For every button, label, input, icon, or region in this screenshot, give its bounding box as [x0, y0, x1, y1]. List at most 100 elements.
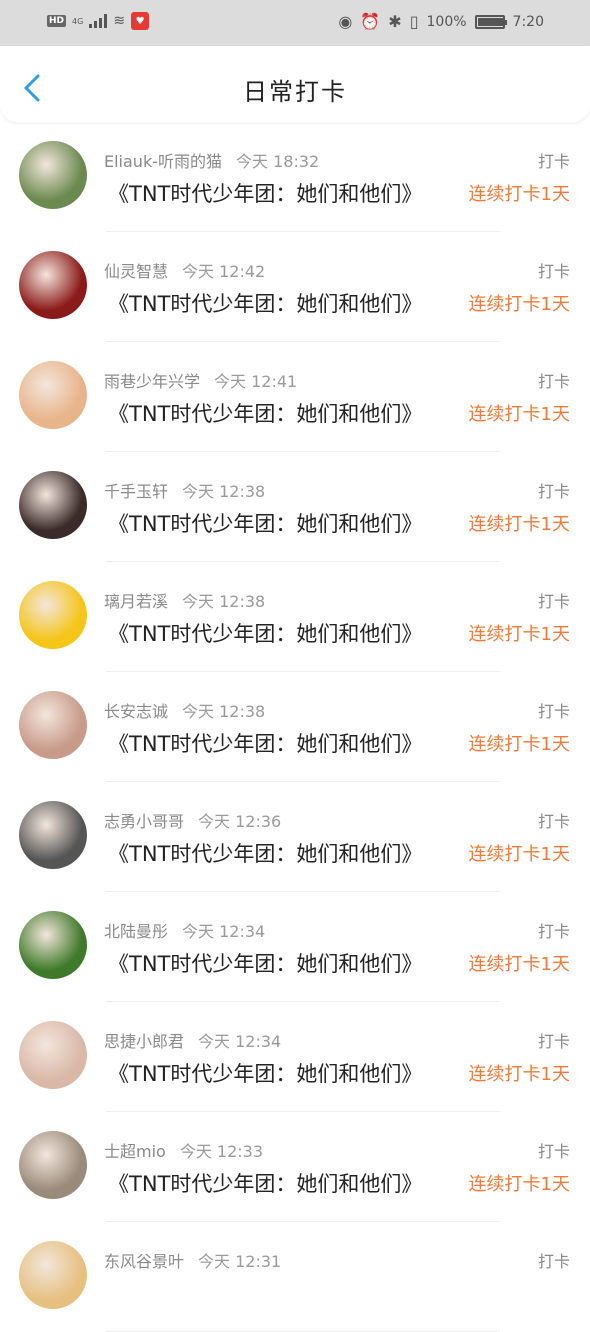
- avatar[interactable]: [19, 141, 87, 209]
- book-title: 《TNT时代少年团：她们和他们》: [108, 182, 423, 206]
- user-line: 璃月若溪 今天 12:38: [104, 588, 265, 612]
- list-item[interactable]: 志勇小哥哥 今天 12:36 《TNT时代少年团：她们和他们》 打卡连续打卡1天: [0, 782, 590, 892]
- avatar[interactable]: [19, 581, 87, 649]
- user-name[interactable]: 璃月若溪: [104, 592, 168, 611]
- streak-label: 连续打卡1天: [468, 1064, 570, 1085]
- checkin-tag: 打卡: [537, 372, 570, 391]
- page-title: 日常打卡: [243, 78, 347, 106]
- book-title: 《TNT时代少年团：她们和他们》: [108, 732, 423, 756]
- checkin-tag: 打卡: [537, 262, 570, 281]
- avatar[interactable]: [19, 911, 87, 979]
- user-line: 士超mio 今天 12:33: [104, 1138, 263, 1162]
- checkin-time: 今天 12:34: [182, 922, 266, 941]
- user-name[interactable]: 仙灵智慧: [104, 262, 168, 281]
- list-item[interactable]: 雨巷少年兴学 今天 12:41 《TNT时代少年团：她们和他们》 打卡连续打卡1天: [0, 342, 590, 452]
- avatar[interactable]: [19, 361, 87, 429]
- checkin-tag: 打卡: [537, 922, 570, 941]
- streak-label: 连续打卡1天: [468, 514, 570, 535]
- bluetooth-icon: ✱: [388, 12, 402, 31]
- avatar[interactable]: [19, 1241, 87, 1309]
- list-item[interactable]: 士超mio 今天 12:33 《TNT时代少年团：她们和他们》 打卡连续打卡1天: [0, 1112, 590, 1222]
- notification-app-icon: ♥: [131, 12, 150, 30]
- list-item[interactable]: 思捷小郎君 今天 12:34 《TNT时代少年团：她们和他们》 打卡连续打卡1天: [0, 1002, 590, 1112]
- book-title: 《TNT时代少年团：她们和他们》: [108, 1172, 423, 1196]
- streak-label: 连续打卡1天: [468, 954, 570, 975]
- book-title: 《TNT时代少年团：她们和他们》: [108, 952, 423, 976]
- user-name[interactable]: 长安志诚: [104, 702, 168, 721]
- list-item[interactable]: Eliauk-听雨的猫 今天 18:32 《TNT时代少年团：她们和他们》 打卡连续打…: [0, 122, 590, 232]
- avatar[interactable]: [19, 471, 87, 539]
- checkin-tag: 打卡: [537, 592, 570, 611]
- checkin-time: 今天 12:34: [198, 1032, 282, 1051]
- user-name[interactable]: 士超mio: [104, 1142, 166, 1161]
- list-item[interactable]: 北陆曼彤 今天 12:34 《TNT时代少年团：她们和他们》 打卡连续打卡1天: [0, 892, 590, 1002]
- book-title: 《TNT时代少年团：她们和他们》: [108, 1062, 423, 1086]
- network-type: 4G: [72, 16, 84, 26]
- streak-label: 连续打卡1天: [468, 734, 570, 755]
- list-item[interactable]: 长安志诚 今天 12:38 《TNT时代少年团：她们和他们》 打卡连续打卡1天: [0, 672, 590, 782]
- list-item[interactable]: 仙灵智慧 今天 12:42 《TNT时代少年团：她们和他们》 打卡连续打卡1天: [0, 232, 590, 342]
- checkin-time: 今天 12:38: [182, 702, 266, 721]
- user-line: 仙灵智慧 今天 12:42: [104, 258, 265, 282]
- clock: 7:20: [512, 13, 544, 30]
- checkin-tag: 打卡: [537, 482, 570, 501]
- avatar[interactable]: [19, 251, 87, 319]
- list-item[interactable]: 璃月若溪 今天 12:38 《TNT时代少年团：她们和他们》 打卡连续打卡1天: [0, 562, 590, 672]
- user-name[interactable]: Eliauk-听雨的猫: [104, 152, 222, 171]
- avatar[interactable]: [19, 1021, 87, 1089]
- user-line: 北陆曼彤 今天 12:34: [104, 918, 265, 942]
- status-bar: HD 4G ≋ ♥ ◉ ⏰ ✱ ▯ 100% 7:20: [0, 0, 590, 46]
- checkin-tag: 打卡: [537, 812, 570, 831]
- user-line: 志勇小哥哥 今天 12:36: [104, 808, 281, 832]
- user-name[interactable]: 雨巷少年兴学: [104, 372, 200, 391]
- vibrate-icon: ▯: [409, 12, 419, 31]
- book-title: 《TNT时代少年团：她们和他们》: [108, 292, 423, 316]
- top-bar: 日常打卡: [0, 46, 590, 122]
- streak-label: 连续打卡1天: [468, 184, 570, 205]
- signal-icon: [89, 14, 108, 28]
- user-line: 东风谷景叶 今天 12:31: [104, 1248, 281, 1272]
- alarm-icon: ⏰: [360, 12, 381, 31]
- streak-label: 连续打卡1天: [468, 294, 570, 315]
- streak-label: 连续打卡1天: [468, 844, 570, 865]
- user-name[interactable]: 千手玉轩: [104, 482, 168, 501]
- hd-icon: HD: [47, 15, 67, 27]
- book-title: 《TNT时代少年团：她们和他们》: [108, 512, 423, 536]
- checkin-list: Eliauk-听雨的猫 今天 18:32 《TNT时代少年团：她们和他们》 打卡 连续打…: [0, 122, 590, 1332]
- avatar[interactable]: [19, 691, 87, 759]
- streak-label: 连续打卡1天: [468, 624, 570, 645]
- checkin-time: 今天 12:41: [214, 372, 298, 391]
- eye-comfort-icon: ◉: [338, 12, 353, 31]
- battery-icon: [474, 14, 507, 29]
- checkin-tag: 打卡: [537, 152, 570, 171]
- wifi-icon: ≋: [113, 13, 126, 29]
- book-title: 《TNT时代少年团：她们和他们》: [108, 622, 423, 646]
- checkin-tag: 打卡: [537, 1142, 570, 1161]
- user-name[interactable]: 思捷小郎君: [104, 1032, 184, 1051]
- book-title: 《TNT时代少年团：她们和他们》: [108, 402, 423, 426]
- list-item[interactable]: 千手玉轩 今天 12:38 《TNT时代少年团：她们和他们》 打卡连续打卡1天: [0, 452, 590, 562]
- checkin-time: 今天 12:38: [182, 592, 266, 611]
- list-item[interactable]: 东风谷景叶 今天 12:31 打卡: [0, 1222, 590, 1332]
- checkin-tag: 打卡: [537, 702, 570, 721]
- user-name[interactable]: 北陆曼彤: [104, 922, 168, 941]
- user-name[interactable]: 东风谷景叶: [104, 1252, 184, 1271]
- avatar[interactable]: [19, 1131, 87, 1199]
- streak-label: 连续打卡1天: [468, 404, 570, 425]
- checkin-tag: 打卡: [537, 1032, 570, 1051]
- checkin-tag: 打卡: [537, 1252, 570, 1271]
- battery-percent: 100%: [426, 13, 467, 30]
- checkin-time: 今天 12:33: [179, 1142, 264, 1161]
- checkin-time: 今天 12:31: [198, 1252, 282, 1271]
- user-name[interactable]: 志勇小哥哥: [104, 812, 184, 831]
- book-title: 《TNT时代少年团：她们和他们》: [108, 842, 423, 866]
- user-line: 千手玉轩 今天 12:38: [104, 478, 265, 502]
- checkin-time: 今天 12:38: [182, 482, 266, 501]
- user-line: 雨巷少年兴学 今天 12:41: [104, 368, 297, 392]
- checkin-time: 今天 18:32: [236, 152, 320, 171]
- avatar[interactable]: [19, 801, 87, 869]
- streak-label: 连续打卡1天: [468, 1174, 570, 1195]
- user-line: Eliauk-听雨的猫 今天 18:32: [104, 148, 319, 172]
- user-line: 思捷小郎君 今天 12:34: [104, 1028, 281, 1052]
- checkin-time: 今天 12:36: [198, 812, 282, 831]
